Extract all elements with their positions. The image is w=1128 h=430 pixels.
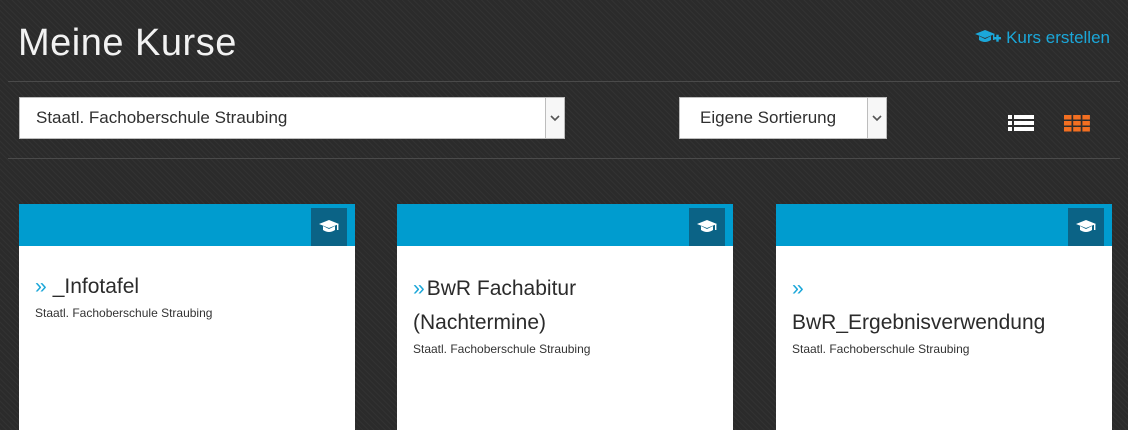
sort-select-value: Eigene Sortierung [700,108,837,127]
sort-select[interactable]: Eigene Sortierung [679,97,887,139]
graduation-cap-icon [697,220,717,232]
course-title[interactable]: » _Infotafel [35,270,339,304]
course-cap-button[interactable] [1068,208,1104,246]
course-title[interactable]: »BwR Fachabitur (Nachtermine) [413,272,643,340]
list-view-icon [1008,115,1034,131]
list-view-button[interactable] [1008,114,1034,132]
school-select-value: Staatl. Fachoberschule Straubing [36,108,288,127]
course-grid: » _Infotafel Staatl. Fachoberschule Strau… [0,204,1128,430]
school-select[interactable]: Staatl. Fachoberschule Straubing [19,97,565,139]
course-cap-button[interactable] [311,208,347,246]
course-card-band [19,204,355,246]
course-name: BwR_Ergebnisverwendung [792,311,1046,334]
chevron-right-icon: » [413,277,425,300]
graduation-cap-plus-icon [975,30,1002,42]
course-name: _Infotafel [52,275,140,298]
course-card[interactable]: »BwR Fachabitur (Nachtermine) Staatl. Fa… [397,204,733,430]
course-school: Staatl. Fachoberschule Straubing [35,306,213,320]
filter-bar: Staatl. Fachoberschule Straubing Eigene … [8,82,1120,159]
create-course-label: Kurs erstellen [1006,28,1110,47]
course-card[interactable]: » BwR_Ergebnisverwendung Staatl. Fachober… [776,204,1112,430]
course-card-band [776,204,1112,246]
grid-view-button[interactable] [1064,114,1090,132]
create-course-link[interactable]: Kurs erstellen [975,28,1110,48]
chevron-right-icon: » [792,277,804,300]
graduation-cap-icon [1076,220,1096,232]
chevron-down-icon [867,98,886,138]
page-title: Meine Kurse [18,22,237,64]
course-title[interactable]: » BwR_Ergebnisverwendung [792,272,1096,340]
chevron-down-icon [545,98,564,138]
course-card-band [397,204,733,246]
grid-view-icon [1064,115,1090,132]
course-school: Staatl. Fachoberschule Straubing [413,342,591,356]
course-card[interactable]: » _Infotafel Staatl. Fachoberschule Strau… [19,204,355,430]
course-school: Staatl. Fachoberschule Straubing [792,342,970,356]
header-bar: Meine Kurse Kurs erstellen [8,8,1120,82]
course-name: BwR Fachabitur (Nachtermine) [413,277,577,334]
graduation-cap-icon [319,220,339,232]
course-cap-button[interactable] [689,208,725,246]
chevron-right-icon: » [35,275,47,298]
